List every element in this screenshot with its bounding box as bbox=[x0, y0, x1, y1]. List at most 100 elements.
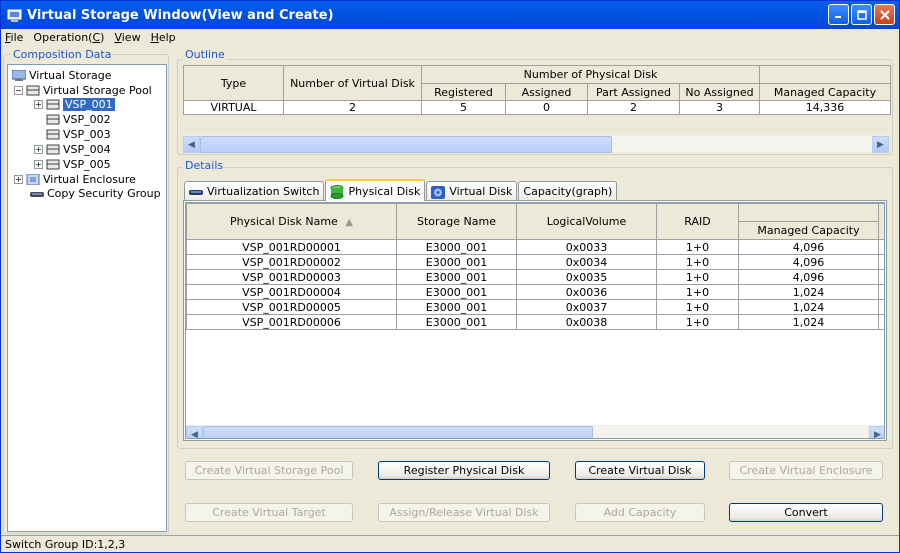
tree-label-vsp-005: VSP_005 bbox=[63, 157, 111, 171]
convert-button[interactable]: Convert bbox=[729, 503, 883, 522]
column-header-lv[interactable]: LogicalVolume bbox=[516, 203, 657, 240]
tree-node-virtual-storage[interactable]: Virtual Storage bbox=[11, 68, 111, 82]
tab-label: Virtual Disk bbox=[449, 185, 513, 198]
table-row[interactable]: VSP_001RD00004 E3000_001 0x0036 1+0 1,024 bbox=[186, 284, 884, 300]
outline-header-assigned[interactable]: Assigned bbox=[505, 83, 588, 101]
tree-node-vsp-004[interactable]: VSP_004 bbox=[46, 142, 111, 156]
scroll-thumb[interactable] bbox=[200, 136, 612, 153]
tree-node-pool[interactable]: Virtual Storage Pool bbox=[26, 83, 152, 97]
cell-name: VSP_001RD00001 bbox=[186, 239, 397, 255]
column-header-name[interactable]: Physical Disk Name ▲ bbox=[186, 203, 397, 240]
register-physical-disk-button[interactable]: Register Physical Disk bbox=[378, 461, 550, 480]
tree-node-vsp-003[interactable]: VSP_003 bbox=[46, 127, 111, 141]
table-row[interactable]: VSP_001RD00006 E3000_001 0x0038 1+0 1,024 bbox=[186, 314, 884, 330]
menu-file[interactable]: File bbox=[5, 31, 23, 44]
cell-filler bbox=[878, 239, 884, 255]
tree-node-vsp-005[interactable]: VSP_005 bbox=[46, 157, 111, 171]
outline-header-registered[interactable]: Registered bbox=[421, 83, 506, 101]
cell-storage: E3000_001 bbox=[396, 269, 517, 285]
tree-node-vsp-002[interactable]: VSP_002 bbox=[46, 112, 111, 126]
column-header-raid[interactable]: RAID bbox=[656, 203, 739, 240]
create-virtual-disk-button[interactable]: Create Virtual Disk bbox=[575, 461, 705, 480]
tree-node-vsp-001[interactable]: VSP_001 bbox=[46, 97, 115, 111]
scroll-thumb[interactable] bbox=[203, 426, 593, 438]
expand-icon[interactable]: + bbox=[34, 100, 43, 109]
composition-title: Composition Data bbox=[11, 48, 114, 61]
cell-lv: 0x0034 bbox=[516, 254, 657, 270]
physical-disk-table: Physical Disk Name ▲ Storage Name Logica… bbox=[186, 203, 884, 330]
cell-filler bbox=[878, 299, 884, 315]
outline-scrollbar[interactable]: ◀ ▶ bbox=[183, 135, 889, 153]
table-row[interactable]: VSP_001RD00003 E3000_001 0x0035 1+0 4,096 bbox=[186, 269, 884, 285]
outline-header-num-pdisk[interactable]: Number of Physical Disk bbox=[421, 65, 760, 84]
physical-disk-panel: Physical Disk Name ▲ Storage Name Logica… bbox=[183, 200, 887, 441]
scroll-right-icon[interactable]: ▶ bbox=[869, 426, 884, 438]
cell-managed: 1,024 bbox=[738, 284, 879, 300]
tab-label: Virtualization Switch bbox=[207, 185, 320, 198]
menu-operation[interactable]: Operation(C) bbox=[33, 31, 104, 44]
title-bar[interactable]: Virtual Storage Window(View and Create) bbox=[1, 1, 899, 29]
outline-cell-managed: 14,336 bbox=[759, 100, 891, 115]
expand-icon[interactable]: + bbox=[34, 160, 43, 169]
close-button[interactable] bbox=[874, 4, 895, 25]
details-scrollbar[interactable]: ◀ ▶ bbox=[186, 425, 884, 438]
tab-virtualization-switch[interactable]: Virtualization Switch bbox=[184, 181, 325, 201]
assign-release-button[interactable]: Assign/Release Virtual Disk bbox=[378, 503, 550, 522]
physical-disk-grid[interactable]: Physical Disk Name ▲ Storage Name Logica… bbox=[185, 202, 885, 439]
disk-icon bbox=[330, 185, 344, 199]
menu-view[interactable]: View bbox=[114, 31, 140, 44]
tab-physical-disk[interactable]: Physical Disk bbox=[325, 179, 426, 201]
table-row[interactable]: VSP_001RD00002 E3000_001 0x0034 1+0 4,096 bbox=[186, 254, 884, 270]
column-header-managed[interactable]: Managed Capacity bbox=[738, 221, 879, 240]
cell-lv: 0x0036 bbox=[516, 284, 657, 300]
tab-capacity-graph[interactable]: Capacity(graph) bbox=[518, 181, 618, 201]
tree-label-vsp-004: VSP_004 bbox=[63, 142, 111, 156]
create-pool-button[interactable]: Create Virtual Storage Pool bbox=[185, 461, 353, 480]
scroll-left-icon[interactable]: ◀ bbox=[186, 426, 203, 438]
outline-cell-part-assigned: 2 bbox=[587, 100, 680, 115]
security-group-icon bbox=[30, 188, 44, 199]
menu-help[interactable]: Help bbox=[151, 31, 176, 44]
status-bar: Switch Group ID:1,2,3 bbox=[1, 535, 899, 552]
cell-name: VSP_001RD00003 bbox=[186, 269, 397, 285]
column-header-storage[interactable]: Storage Name bbox=[396, 203, 517, 240]
cell-name: VSP_001RD00004 bbox=[186, 284, 397, 300]
expand-icon[interactable]: + bbox=[34, 145, 43, 154]
outline-header-no-assigned[interactable]: No Assigned bbox=[679, 83, 760, 101]
table-row[interactable]: VSP_001RD00005 E3000_001 0x0037 1+0 1,024 bbox=[186, 299, 884, 315]
table-row[interactable]: VSP_001RD00001 E3000_001 0x0033 1+0 4,096 bbox=[186, 239, 884, 255]
tab-virtual-disk[interactable]: Virtual Disk bbox=[426, 181, 518, 201]
outline-header-type[interactable]: Type bbox=[183, 65, 284, 101]
cell-raid: 1+0 bbox=[656, 314, 739, 330]
composition-tree[interactable]: Virtual Storage − Virtual Storage Pool +… bbox=[7, 64, 167, 532]
expand-icon[interactable]: + bbox=[14, 175, 23, 184]
add-capacity-button[interactable]: Add Capacity bbox=[575, 503, 705, 522]
column-header-spacer bbox=[738, 203, 879, 222]
cell-name: VSP_001RD00006 bbox=[186, 314, 397, 330]
maximize-button[interactable] bbox=[851, 4, 872, 25]
outline-header-managed[interactable]: Managed Capacity bbox=[759, 83, 891, 101]
cell-managed: 4,096 bbox=[738, 269, 879, 285]
tree-node-enclosure[interactable]: Virtual Enclosure bbox=[26, 172, 136, 186]
outline-header-num-vdisk[interactable]: Number of Virtual Disk bbox=[283, 65, 422, 101]
create-virtual-target-button[interactable]: Create Virtual Target bbox=[185, 503, 353, 522]
scroll-left-icon[interactable]: ◀ bbox=[183, 136, 200, 153]
scroll-right-icon[interactable]: ▶ bbox=[872, 136, 889, 153]
window-title: Virtual Storage Window(View and Create) bbox=[27, 7, 334, 23]
collapse-icon[interactable]: − bbox=[14, 86, 23, 95]
cell-filler bbox=[878, 314, 884, 330]
cell-filler bbox=[878, 284, 884, 300]
create-virtual-enclosure-button[interactable]: Create Virtual Enclosure bbox=[729, 461, 883, 480]
cell-raid: 1+0 bbox=[656, 284, 739, 300]
disk-group-icon bbox=[46, 144, 60, 155]
disk-group-icon bbox=[46, 114, 60, 125]
application-window: Virtual Storage Window(View and Create) … bbox=[0, 0, 900, 553]
tree-node-copy-security[interactable]: Copy Security Group bbox=[30, 186, 161, 200]
tree-label-copy: Copy Security Group bbox=[47, 186, 161, 200]
outline-header-part-assigned[interactable]: Part Assigned bbox=[587, 83, 680, 101]
cell-storage: E3000_001 bbox=[396, 299, 517, 315]
storage-icon bbox=[11, 69, 27, 81]
outline-row[interactable]: VIRTUAL 2 5 0 2 3 14,336 bbox=[183, 100, 891, 115]
outline-header-spacer bbox=[759, 65, 891, 84]
minimize-button[interactable] bbox=[828, 4, 849, 25]
